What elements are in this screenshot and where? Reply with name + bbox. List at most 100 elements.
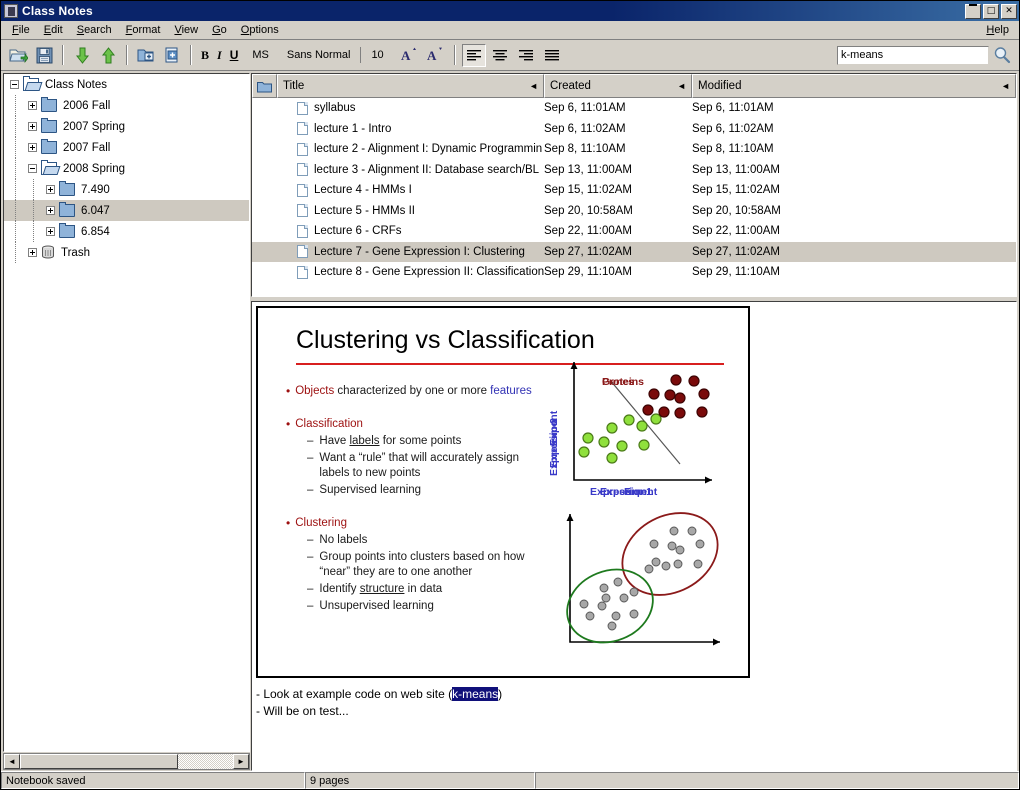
- x-axis-label-layer-3: Exp 1: [624, 486, 652, 498]
- italic-button[interactable]: I: [213, 48, 226, 63]
- minimize-button[interactable]: [965, 4, 981, 19]
- menu-view[interactable]: View: [167, 22, 205, 38]
- table-row[interactable]: Lecture 7 - Gene Expression I: Clusterin…: [252, 242, 1016, 263]
- expand-icon[interactable]: [46, 227, 55, 236]
- cell-title: Lecture 6 - CRFs: [252, 225, 544, 238]
- notebook-tree[interactable]: Class Notes 2006 Fall 2007 Spring2007 Fall…: [3, 73, 250, 752]
- toolbar-separator: [62, 45, 64, 65]
- ms-button[interactable]: MS: [242, 49, 273, 61]
- cell-modified: Sep 6, 11:02AM: [692, 123, 1016, 135]
- cell-title: Lecture 4 - HMMs I: [252, 184, 544, 197]
- page-list-rows[interactable]: syllabusSep 6, 11:01AMSep 6, 11:01AMlect…: [252, 98, 1016, 296]
- collapse-icon[interactable]: [28, 164, 37, 173]
- scroll-right-button[interactable]: ►: [233, 754, 249, 769]
- font-size-field[interactable]: 10: [367, 49, 387, 61]
- cell-title-label: Lecture 7 - Gene Expression I: Clusterin…: [314, 246, 525, 258]
- folder-closed-icon: [59, 183, 75, 196]
- align-left-icon[interactable]: [462, 44, 486, 67]
- table-row[interactable]: lecture 2 - Alignment I: Dynamic Program…: [252, 139, 1016, 160]
- align-right-icon[interactable]: [514, 44, 538, 67]
- table-row[interactable]: syllabusSep 6, 11:01AMSep 6, 11:01AM: [252, 98, 1016, 119]
- tree-item-7-490[interactable]: 7.490: [4, 179, 249, 200]
- menu-options[interactable]: Options: [234, 22, 286, 38]
- menu-edit[interactable]: Edit: [37, 22, 70, 38]
- tree-item-2007-fall[interactable]: 2007 Fall: [4, 137, 249, 158]
- bullet-text: Unsupervised learning: [319, 599, 433, 614]
- new-page-icon[interactable]: [160, 44, 184, 67]
- magnifier-icon[interactable]: [989, 44, 1015, 67]
- bullet-text-run: in data: [404, 583, 442, 595]
- grow-font-icon[interactable]: A: [398, 44, 422, 67]
- tree-item-label: 2006 Fall: [62, 100, 110, 112]
- table-row[interactable]: Lecture 6 - CRFsSep 22, 11:00AMSep 22, 1…: [252, 221, 1016, 242]
- bullet-dash: –: [307, 533, 313, 548]
- bullet-text: Want a “rule” that will accurately assig…: [319, 451, 549, 481]
- cell-title: syllabus: [252, 102, 544, 115]
- bold-button[interactable]: B: [197, 48, 213, 63]
- table-row[interactable]: Lecture 5 - HMMs IISep 20, 10:58AMSep 20…: [252, 201, 1016, 222]
- expand-icon[interactable]: [28, 122, 37, 131]
- expand-icon[interactable]: [46, 185, 55, 194]
- column-header-title[interactable]: Title ◄: [277, 74, 544, 98]
- menu-format[interactable]: Format: [119, 22, 168, 38]
- new-folder-icon[interactable]: [134, 44, 158, 67]
- menu-help[interactable]: Help: [979, 22, 1019, 38]
- open-folder-icon[interactable]: [6, 44, 30, 67]
- y-axis-label-layer-3: Exp 2: [548, 418, 560, 446]
- folder-closed-icon: [41, 120, 57, 133]
- tree-item-2008-spring[interactable]: 2008 Spring: [4, 158, 249, 179]
- bullet-dash: –: [307, 434, 313, 449]
- column-header-modified[interactable]: Modified ◄: [692, 74, 1016, 98]
- shrink-font-icon[interactable]: A: [424, 44, 448, 67]
- expand-icon[interactable]: [28, 143, 37, 152]
- column-headers: Title ◄ Created ◄ Modified ◄: [252, 74, 1016, 98]
- scroll-track[interactable]: [178, 754, 233, 769]
- table-row[interactable]: lecture 1 - IntroSep 6, 11:02AMSep 6, 11…: [252, 119, 1016, 140]
- cell-modified: Sep 15, 11:02AM: [692, 184, 1016, 196]
- green-down-arrow-icon[interactable]: [70, 44, 94, 67]
- bullet-text: Clustering: [295, 516, 347, 531]
- tree-guide-line: [15, 179, 17, 200]
- page-editor[interactable]: Clustering vs Classification •Objects ch…: [251, 301, 1017, 771]
- expand-icon[interactable]: [28, 248, 37, 257]
- green-up-arrow-icon[interactable]: [96, 44, 120, 67]
- save-disk-icon[interactable]: [32, 44, 56, 67]
- tree-item-trash[interactable]: Trash: [4, 242, 249, 263]
- tree-item-class-notes[interactable]: Class Notes: [4, 74, 249, 95]
- tree-horizontal-scrollbar[interactable]: ◄ ►: [3, 753, 250, 770]
- maximize-button[interactable]: □: [983, 4, 999, 19]
- column-header-modified-sort: ◄: [1001, 81, 1010, 91]
- tree-item-2007-spring[interactable]: 2007 Spring: [4, 116, 249, 137]
- close-button[interactable]: ✕: [1001, 4, 1017, 19]
- column-header-created-label: Created: [550, 80, 591, 92]
- menu-go[interactable]: Go: [205, 22, 234, 38]
- table-row[interactable]: Lecture 8 - Gene Expression II: Classifi…: [252, 262, 1016, 283]
- bullet-dash: –: [307, 550, 313, 580]
- expand-icon[interactable]: [28, 101, 37, 110]
- menu-search[interactable]: Search: [70, 22, 119, 38]
- bullet-text-run: Want a “rule” that will accurately assig…: [319, 452, 519, 479]
- column-header-icon[interactable]: [252, 74, 277, 98]
- bullet-text-run: Unsupervised learning: [319, 600, 433, 612]
- scroll-left-button[interactable]: ◄: [4, 754, 20, 769]
- align-justify-icon[interactable]: [540, 44, 564, 67]
- column-header-created[interactable]: Created ◄: [544, 74, 692, 98]
- expand-icon[interactable]: [46, 206, 55, 215]
- font-name-field[interactable]: Sans Normal: [273, 49, 355, 61]
- search-input[interactable]: [837, 46, 989, 65]
- tree-item-6-854[interactable]: 6.854: [4, 221, 249, 242]
- align-center-icon[interactable]: [488, 44, 512, 67]
- table-row[interactable]: Lecture 4 - HMMs ISep 15, 11:02AMSep 15,…: [252, 180, 1016, 201]
- cell-title-label: lecture 2 - Alignment I: Dynamic Program…: [314, 143, 542, 155]
- table-row[interactable]: lecture 3 - Alignment II: Database searc…: [252, 160, 1016, 181]
- scroll-thumb[interactable]: [20, 754, 178, 769]
- menu-file[interactable]: FFileile: [5, 22, 37, 38]
- underline-button[interactable]: U: [226, 48, 243, 62]
- bullet-text-run: Group points into clusters based on how …: [319, 551, 524, 578]
- tree-item-6-047[interactable]: 6.047: [4, 200, 249, 221]
- classification-scatter: Proteins Genes Expression Experiment Exp…: [544, 356, 744, 506]
- page-notes[interactable]: - Look at example code on web site (k-me…: [256, 686, 502, 720]
- slide-bullet-level1: •Objects characterized by one or more fe…: [286, 384, 566, 399]
- tree-item-2006-fall[interactable]: 2006 Fall: [4, 95, 249, 116]
- collapse-icon[interactable]: [10, 80, 19, 89]
